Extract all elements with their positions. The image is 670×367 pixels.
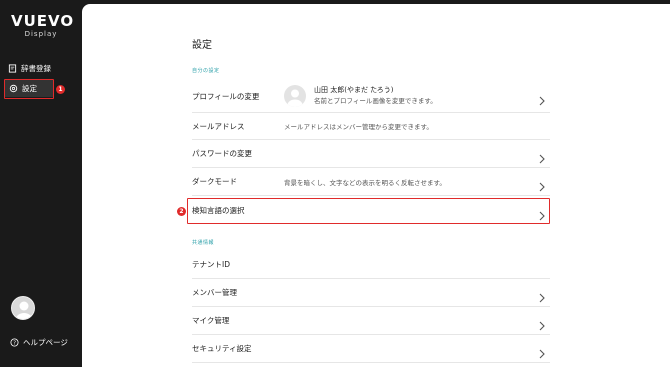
profile-info: 山田 太郎(やまだ たろう) 名前とプロフィール画像を変更できます。 — [314, 85, 437, 107]
password-row[interactable]: パスワードの変更 — [192, 140, 550, 168]
help-page-link[interactable]: ? ヘルプページ — [10, 337, 68, 348]
profile-avatar — [284, 85, 306, 107]
highlight-box-language — [187, 198, 550, 224]
email-label: メールアドレス — [192, 121, 245, 131]
chevron-right-icon — [538, 177, 546, 191]
dark-mode-row[interactable]: ダークモード 背景を暗くし、文字などの表示を明るく反転させます。 — [192, 168, 550, 196]
tenant-label: テナントID — [192, 260, 230, 269]
logo-subtext: Display — [24, 30, 58, 38]
dark-mode-desc: 背景を暗くし、文字などの表示を明るく反転させます。 — [284, 178, 446, 187]
members-label: メンバー管理 — [192, 288, 237, 297]
profile-row[interactable]: プロフィールの変更 山田 太郎(やまだ たろう) 名前とプロフィール画像を変更で… — [192, 80, 550, 113]
page-title: 設定 — [192, 40, 212, 51]
annotation-badge-1: 1 — [56, 85, 65, 94]
highlight-box-settings — [4, 79, 54, 99]
help-label: ヘルプページ — [23, 338, 68, 347]
app-logo[interactable]: VUEVO Display — [11, 12, 75, 39]
main-panel: 設定 自分の設定 プロフィールの変更 山田 太郎(やまだ たろう) 名前とプロフ… — [82, 4, 670, 367]
profile-desc: 名前とプロフィール画像を変更できます。 — [314, 97, 437, 105]
password-label: パスワードの変更 — [192, 149, 252, 158]
logo-text: VUEVO — [11, 12, 75, 30]
mic-label: マイク管理 — [192, 316, 230, 325]
user-avatar[interactable] — [11, 296, 35, 320]
email-row: メールアドレス メールアドレスはメンバー管理から変更できます。 — [192, 113, 550, 140]
chevron-right-icon — [538, 91, 546, 106]
email-desc: メールアドレスはメンバー管理から変更できます。 — [284, 123, 433, 131]
members-row[interactable]: メンバー管理 — [192, 279, 550, 307]
security-row[interactable]: セキュリティ設定 — [192, 335, 550, 363]
annotation-badge-2: 2 — [177, 207, 186, 216]
profile-name: 山田 太郎(やまだ たろう) — [314, 86, 394, 94]
tenant-row: テナントID — [192, 251, 550, 279]
section-label-common: 共通情報 — [192, 240, 215, 246]
chevron-right-icon — [538, 316, 546, 330]
sidebar: VUEVO Display 辞書登録 設定 1 ? ヘルプページ — [0, 0, 82, 367]
profile-label: プロフィールの変更 — [192, 91, 260, 101]
sidebar-item-dictionary[interactable]: 辞書登録 — [7, 60, 79, 77]
security-label: セキュリティ設定 — [192, 344, 252, 353]
svg-text:?: ? — [13, 340, 16, 346]
dark-mode-label: ダークモード — [192, 177, 237, 186]
chevron-right-icon — [538, 344, 546, 358]
chevron-right-icon — [538, 288, 546, 302]
sidebar-item-label: 辞書登録 — [21, 64, 51, 73]
chevron-right-icon — [538, 149, 546, 163]
dictionary-icon — [7, 64, 17, 74]
mic-row[interactable]: マイク管理 — [192, 307, 550, 335]
section-label-personal: 自分の設定 — [192, 68, 220, 74]
help-icon: ? — [10, 338, 19, 347]
